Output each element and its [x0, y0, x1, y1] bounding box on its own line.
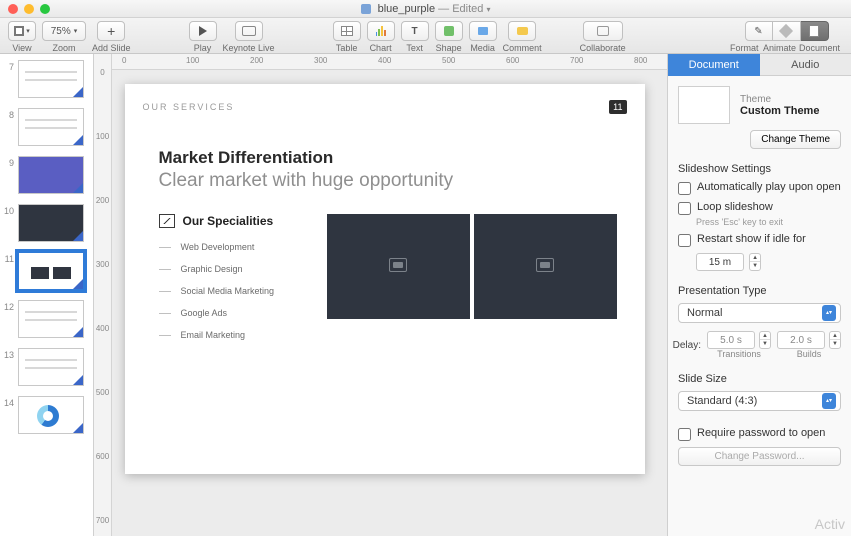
tab-document[interactable]: Document — [668, 54, 760, 76]
zoom-group: 75%▾ Zoom — [42, 21, 86, 53]
spec-item: Web Development — [159, 242, 309, 252]
theme-info: Theme Custom Theme — [740, 94, 819, 117]
add-slide-button[interactable]: + — [97, 21, 125, 41]
play-group: Play — [189, 21, 217, 53]
change-password-button: Change Password... — [678, 447, 841, 466]
slide-subheading: Clear market with huge opportunity — [159, 170, 617, 192]
keynote-live-label: Keynote Live — [223, 43, 275, 53]
table-button[interactable] — [333, 21, 361, 41]
builds-input[interactable]: 2.0 s — [777, 331, 825, 349]
view-label: View — [12, 43, 31, 53]
text-button[interactable]: T — [401, 21, 429, 41]
tab-audio[interactable]: Audio — [760, 54, 851, 76]
slide-size-select[interactable]: Standard (4:3)▴▾ — [678, 391, 841, 411]
thumb-10[interactable]: 10 — [4, 204, 89, 242]
thumb-12[interactable]: 12 — [4, 300, 89, 338]
presentation-type-select[interactable]: Normal▴▾ — [678, 303, 841, 323]
check-loop[interactable]: Loop slideshow — [678, 201, 841, 215]
spec-item: Google Ads — [159, 308, 309, 318]
play-button[interactable] — [189, 21, 217, 41]
play-label: Play — [194, 43, 212, 53]
presentation-icon — [159, 214, 175, 228]
inspector-panel: Document Audio Theme Custom Theme Change… — [667, 54, 851, 536]
thumb-11[interactable]: 11 — [4, 252, 89, 290]
view-group: ▾ View — [8, 21, 36, 53]
builds-stepper[interactable]: ▲▼ — [829, 331, 841, 349]
transitions-stepper[interactable]: ▲▼ — [759, 331, 771, 349]
thumb-13[interactable]: 13 — [4, 348, 89, 386]
spec-item: Social Media Marketing — [159, 286, 309, 296]
idle-input[interactable]: 15 m — [696, 253, 744, 271]
slide-navigator[interactable]: 7 8 9 10 11 12 13 14 — [0, 54, 94, 536]
filename: blue_purple — [378, 3, 436, 15]
image-placeholder-2[interactable] — [474, 214, 617, 319]
format-button[interactable]: ✎ — [745, 21, 773, 41]
thumb-8[interactable]: 8 — [4, 108, 89, 146]
section-pres-type: Presentation Type — [678, 285, 841, 297]
ruler-vertical: 0100200300400500600700 — [94, 54, 112, 536]
zoom-label: Zoom — [52, 43, 75, 53]
view-button[interactable]: ▾ — [8, 21, 36, 41]
slide-kicker: OUR SERVICES — [143, 102, 235, 112]
keynote-live-button[interactable] — [235, 21, 263, 41]
image-placeholder-1[interactable] — [327, 214, 470, 319]
thumb-14[interactable]: 14 — [4, 396, 89, 434]
collaborate-button[interactable] — [583, 21, 623, 41]
ruler-horizontal: 0100200300400500600700800 — [112, 54, 667, 70]
document-button[interactable] — [801, 21, 829, 41]
spec-item: Email Marketing — [159, 330, 309, 340]
spec-item: Graphic Design — [159, 264, 309, 274]
canvas-area: 0100200300400500600700800 OUR SERVICES 1… — [112, 54, 667, 536]
slide-number-badge: 11 — [609, 100, 626, 114]
window-title: blue_purple — Edited ▾ — [0, 3, 851, 15]
add-slide-group: + Add Slide — [92, 21, 131, 53]
main-area: 7 8 9 10 11 12 13 14 0100200300400500600700 010… — [0, 54, 851, 536]
change-theme-button[interactable]: Change Theme — [750, 130, 841, 149]
shape-button[interactable] — [435, 21, 463, 41]
check-restart-idle[interactable]: Restart show if idle for — [678, 233, 841, 247]
animate-button[interactable] — [773, 21, 801, 41]
add-slide-label: Add Slide — [92, 43, 131, 53]
section-slide-size: Slide Size — [678, 373, 841, 385]
slide-canvas[interactable]: OUR SERVICES 11 Market Differentiation C… — [125, 84, 645, 474]
watermark: Activ — [815, 516, 845, 532]
slide-heading: Market Differentiation — [159, 148, 617, 168]
check-require-password[interactable]: Require password to open — [678, 427, 841, 441]
canvas-scroll[interactable]: OUR SERVICES 11 Market Differentiation C… — [112, 70, 667, 536]
comment-button[interactable] — [508, 21, 536, 41]
loop-hint: Press 'Esc' key to exit — [696, 217, 841, 227]
theme-preview — [678, 86, 730, 124]
keynote-live-group: Keynote Live — [223, 21, 275, 53]
specialities-head: Our Specialities — [159, 214, 309, 228]
chart-button[interactable] — [367, 21, 395, 41]
idle-stepper[interactable]: ▲▼ — [749, 253, 761, 271]
zoom-select[interactable]: 75%▾ — [42, 21, 86, 41]
toolbar: ▾ View 75%▾ Zoom + Add Slide Play Keynot… — [0, 18, 851, 54]
delay-label: Delay: — [673, 340, 701, 351]
edit-status: Edited — [452, 3, 483, 15]
doc-icon — [361, 4, 371, 14]
check-autoplay[interactable]: Automatically play upon open — [678, 181, 841, 195]
media-button[interactable] — [469, 21, 497, 41]
section-slideshow: Slideshow Settings — [678, 163, 841, 175]
thumb-7[interactable]: 7 — [4, 60, 89, 98]
transitions-input[interactable]: 5.0 s — [707, 331, 755, 349]
titlebar: blue_purple — Edited ▾ — [0, 0, 851, 18]
thumb-9[interactable]: 9 — [4, 156, 89, 194]
